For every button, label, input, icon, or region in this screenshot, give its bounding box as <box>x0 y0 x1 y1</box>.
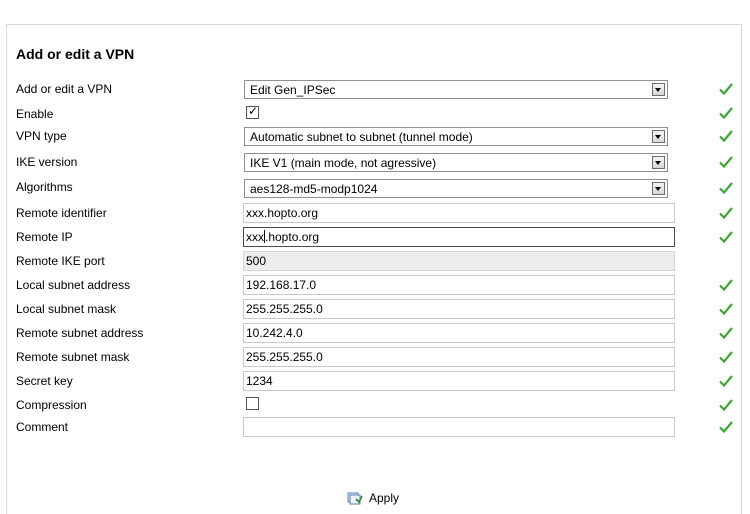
vpn-panel: Add or edit a VPN Add or edit a VPN Edit… <box>6 24 742 514</box>
remote-subnet-mask-label: Remote subnet mask <box>16 350 130 364</box>
ike-version-label: IKE version <box>16 155 78 169</box>
green-check-icon <box>719 399 733 412</box>
vpn-select-value: Edit Gen_IPSec <box>250 83 336 97</box>
green-check-icon <box>719 351 733 364</box>
green-check-icon <box>719 182 733 195</box>
algorithms-select[interactable]: aes128-md5-modp1024 <box>244 179 668 198</box>
remote-identifier-label: Remote identifier <box>16 206 107 220</box>
vpn-select[interactable]: Edit Gen_IPSec <box>244 80 668 99</box>
local-subnet-mask-label: Local subnet mask <box>16 302 117 316</box>
green-check-icon <box>719 130 733 143</box>
apply-icon <box>347 492 363 505</box>
vpn-type-label: VPN type <box>16 129 67 143</box>
remote-ike-port-input: 500 <box>243 251 675 271</box>
page-title: Add or edit a VPN <box>16 46 135 62</box>
algorithms-label: Algorithms <box>16 180 73 194</box>
apply-label: Apply <box>369 491 400 505</box>
enable-label: Enable <box>16 107 54 121</box>
remote-identifier-input[interactable]: xxx.hopto.org <box>243 203 675 223</box>
green-check-icon <box>719 207 733 220</box>
local-subnet-mask-value: 255.255.255.0 <box>246 302 323 316</box>
chevron-down-icon[interactable] <box>652 83 665 96</box>
compression-label: Compression <box>16 398 87 412</box>
remote-ip-input[interactable]: xxx.hopto.org <box>243 227 675 247</box>
chevron-down-icon[interactable] <box>652 156 665 169</box>
chevron-down-icon[interactable] <box>652 130 665 143</box>
enable-checkbox[interactable]: ✓ <box>246 104 259 119</box>
algorithms-value: aes128-md5-modp1024 <box>250 182 378 196</box>
vpn-select-label: Add or edit a VPN <box>16 82 113 96</box>
green-check-icon <box>719 231 733 244</box>
remote-subnet-address-value: 10.242.4.0 <box>246 326 303 340</box>
local-subnet-address-value: 192.168.17.0 <box>246 278 317 292</box>
remote-subnet-mask-value: 255.255.255.0 <box>246 350 323 364</box>
local-subnet-mask-input[interactable]: 255.255.255.0 <box>243 299 675 319</box>
remote-ike-port-value: 500 <box>246 254 267 268</box>
green-check-icon <box>719 375 733 388</box>
secret-key-label: Secret key <box>16 374 73 388</box>
green-check-icon <box>719 303 733 316</box>
green-check-icon <box>719 107 733 120</box>
remote-subnet-mask-input[interactable]: 255.255.255.0 <box>243 347 675 367</box>
remote-ip-label: Remote IP <box>16 230 73 244</box>
checkmark-icon: ✓ <box>248 104 259 118</box>
local-subnet-address-input[interactable]: 192.168.17.0 <box>243 275 675 295</box>
chevron-down-icon[interactable] <box>652 182 665 195</box>
green-check-icon <box>719 156 733 169</box>
green-check-icon <box>719 279 733 292</box>
apply-button[interactable]: Apply <box>347 489 399 507</box>
green-check-icon <box>719 83 733 96</box>
remote-identifier-value: xxx.hopto.org <box>246 206 319 220</box>
green-check-icon <box>719 421 733 434</box>
local-subnet-address-label: Local subnet address <box>16 278 131 292</box>
secret-key-input[interactable]: 1234 <box>243 371 675 391</box>
comment-input[interactable] <box>243 417 675 437</box>
compression-checkbox[interactable] <box>246 397 259 410</box>
comment-label: Comment <box>16 420 69 434</box>
remote-subnet-address-input[interactable]: 10.242.4.0 <box>243 323 675 343</box>
green-check-icon <box>719 327 733 340</box>
remote-ip-value: xxx.hopto.org <box>246 230 320 244</box>
remote-subnet-address-label: Remote subnet address <box>16 326 144 340</box>
vpn-type-value: Automatic subnet to subnet (tunnel mode) <box>250 130 473 144</box>
ike-version-select[interactable]: IKE V1 (main mode, not agressive) <box>244 153 668 172</box>
vpn-type-select[interactable]: Automatic subnet to subnet (tunnel mode) <box>244 127 668 146</box>
ike-version-value: IKE V1 (main mode, not agressive) <box>250 156 437 170</box>
remote-ike-port-label: Remote IKE port <box>16 254 105 268</box>
secret-key-value: 1234 <box>246 374 273 388</box>
